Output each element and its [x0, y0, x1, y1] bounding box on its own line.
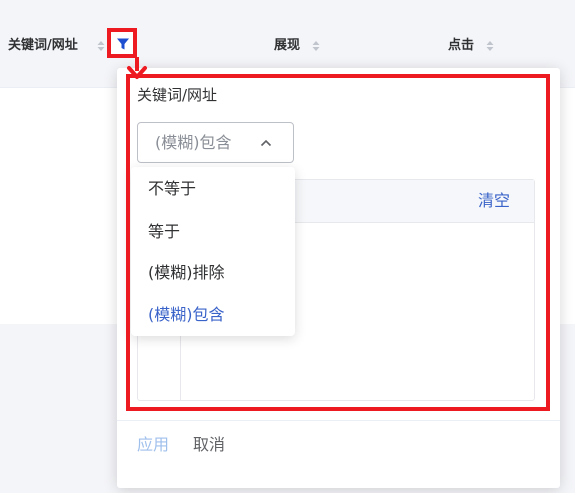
column-header-clicks[interactable]: 点击 — [448, 36, 474, 56]
clear-button[interactable]: 清空 — [478, 190, 510, 212]
column-header-impressions[interactable]: 展现 — [274, 36, 300, 56]
arrow-down-icon — [127, 57, 147, 79]
funnel-icon — [117, 38, 129, 50]
sort-caret-icon[interactable] — [311, 36, 321, 56]
apply-button[interactable]: 应用 — [137, 434, 169, 456]
option-fuzzy-exclude[interactable]: (模糊)排除 — [148, 262, 225, 284]
sort-caret-icon[interactable] — [96, 36, 106, 56]
column-header-keyword[interactable]: 关键词/网址 — [8, 36, 78, 56]
option-equal[interactable]: 等于 — [148, 221, 180, 243]
match-mode-dropdown: 不等于 等于 (模糊)排除 (模糊)包含 — [131, 167, 295, 336]
option-fuzzy-include[interactable]: (模糊)包含 — [148, 304, 225, 326]
option-not-equal[interactable]: 不等于 — [148, 178, 196, 200]
match-mode-select[interactable]: (模糊)包含 — [137, 122, 294, 163]
cancel-button[interactable]: 取消 — [193, 434, 225, 456]
match-mode-value: (模糊)包含 — [155, 133, 232, 152]
chevron-up-icon — [260, 139, 272, 147]
filter-title: 关键词/网址 — [137, 86, 218, 104]
sort-caret-icon[interactable] — [485, 36, 495, 56]
popover-footer-divider — [117, 420, 560, 421]
keyword-filter-button[interactable] — [107, 28, 137, 58]
